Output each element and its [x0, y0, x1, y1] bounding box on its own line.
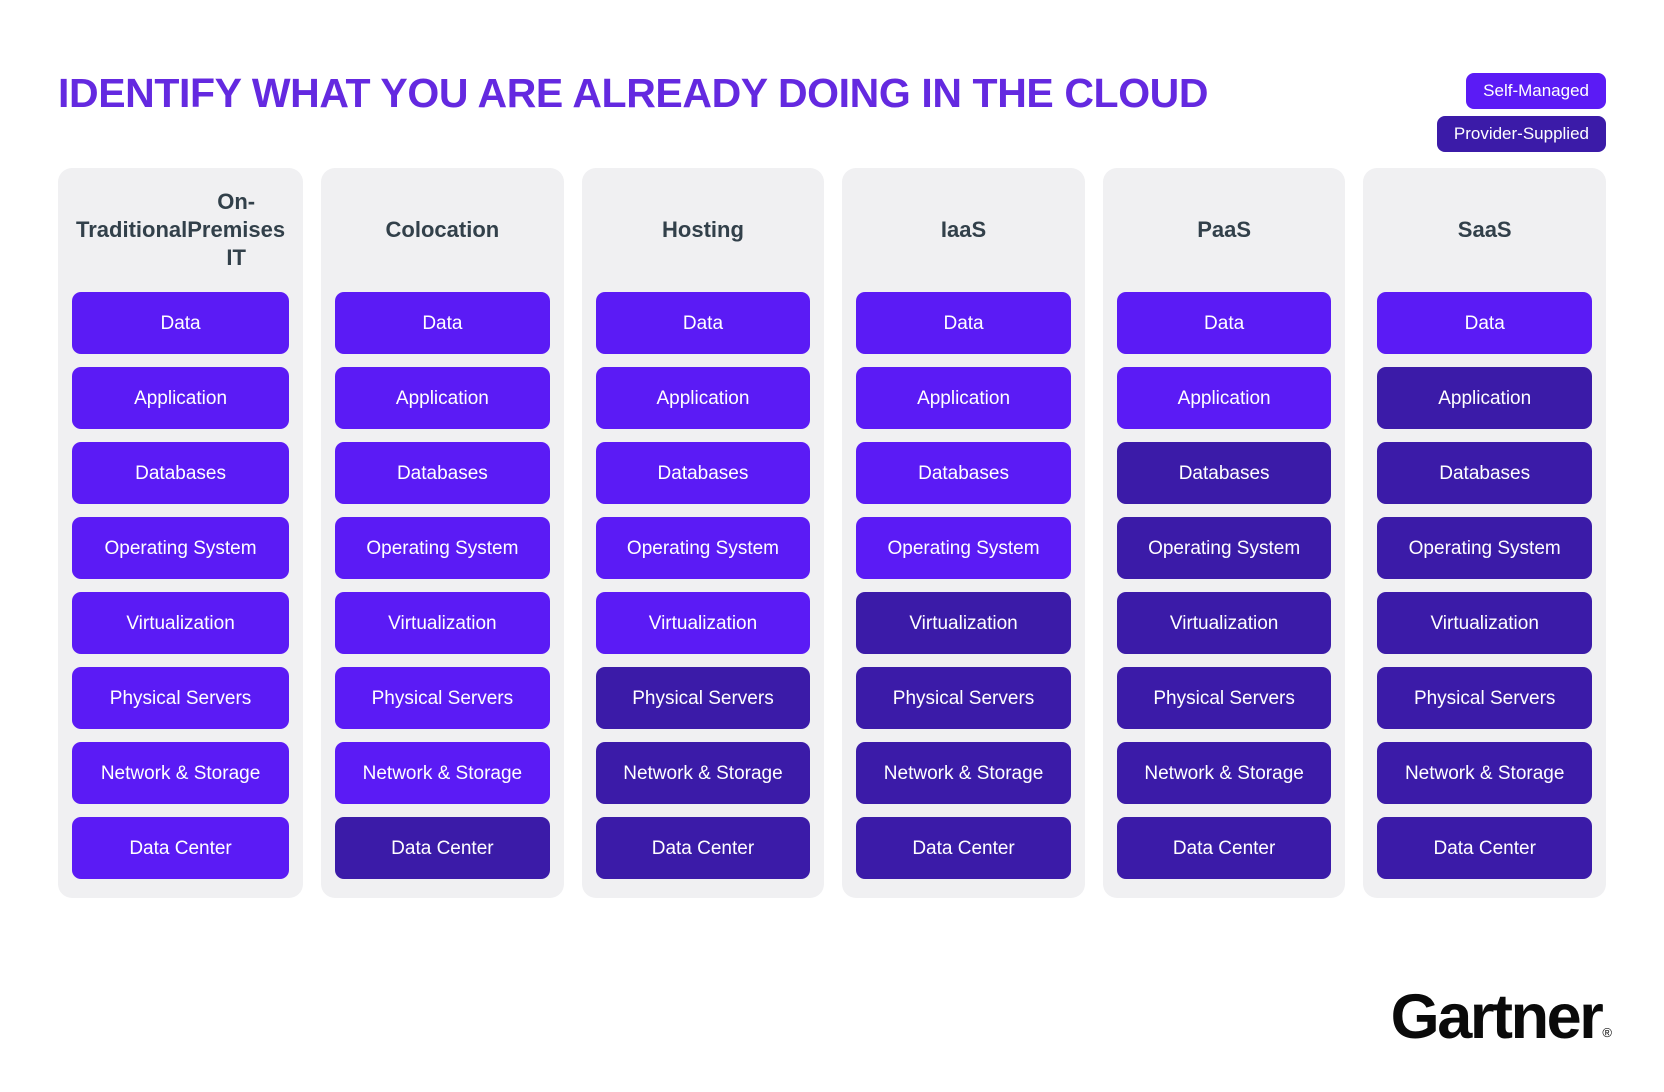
- layer-cell: Databases: [72, 442, 290, 504]
- layer-cell: Data Center: [856, 817, 1071, 879]
- layer-cell: Virtualization: [856, 592, 1071, 654]
- layer-cell: Physical Servers: [1116, 667, 1332, 729]
- column-header: SaaS: [1377, 168, 1592, 292]
- matrix-column: SaaS Data Application Databases Operating Sy…: [1363, 168, 1606, 898]
- column-cells: Data Application Databases Operating System…: [856, 292, 1071, 884]
- layer-cell: Network & Storage: [1377, 742, 1592, 804]
- layer-cell: Application: [335, 367, 550, 429]
- layer-cell: Network & Storage: [335, 742, 550, 804]
- layer-cell: Data Center: [335, 817, 550, 879]
- layer-cell: Physical Servers: [1377, 667, 1592, 729]
- column-header: Traditional On-Premises IT: [72, 168, 289, 292]
- page-title: IDENTIFY WHAT YOU ARE ALREADY DOING IN T…: [58, 70, 1209, 116]
- column-cells: Data Application Databases Operating System…: [335, 292, 550, 884]
- layer-cell: Data Center: [1377, 817, 1592, 879]
- responsibility-matrix: Traditional On-Premises IT Data Application…: [58, 168, 1606, 898]
- layer-cell: Physical Servers: [856, 667, 1071, 729]
- layer-cell: Virtualization: [1116, 592, 1332, 654]
- layer-cell: Operating System: [595, 517, 811, 579]
- matrix-column: PaaS Data Application Databases Operating Sy…: [1102, 168, 1346, 898]
- matrix-column: Hosting Data Application Databases Operating…: [581, 168, 825, 898]
- column-cells: Data Application Databases Operating System…: [1377, 292, 1592, 884]
- layer-cell: Databases: [335, 442, 550, 504]
- layer-cell: Data: [1377, 292, 1592, 354]
- layer-cell: Application: [1116, 367, 1332, 429]
- gartner-logo: Gartner ®: [1390, 982, 1612, 1053]
- layer-cell: Physical Servers: [595, 667, 811, 729]
- layer-cell: Databases: [1116, 442, 1332, 504]
- layer-cell: Physical Servers: [335, 667, 550, 729]
- matrix-column: Colocation Data Application Databases Operat…: [321, 168, 564, 898]
- layer-cell: Physical Servers: [72, 667, 290, 729]
- layer-cell: Network & Storage: [856, 742, 1071, 804]
- column-header-line: Traditional: [76, 216, 188, 242]
- layer-cell: Operating System: [856, 517, 1071, 579]
- layer-cell: Data: [72, 292, 290, 354]
- legend: Self-Managed Provider-Supplied: [1436, 73, 1606, 152]
- layer-cell: Databases: [595, 442, 811, 504]
- layer-cell: Databases: [856, 442, 1071, 504]
- layer-cell: Application: [1377, 367, 1592, 429]
- column-header: Hosting: [596, 168, 811, 292]
- legend-badge-self-managed: Self-Managed: [1466, 73, 1606, 109]
- layer-cell: Network & Storage: [1116, 742, 1332, 804]
- column-header: PaaS: [1117, 168, 1332, 292]
- matrix-column: Traditional On-Premises IT Data Application…: [58, 168, 304, 898]
- legend-badge-provider-supplied: Provider-Supplied: [1436, 116, 1606, 152]
- column-header-line: Hosting: [662, 216, 744, 242]
- layer-cell: Network & Storage: [72, 742, 290, 804]
- layer-cell: Operating System: [1116, 517, 1332, 579]
- matrix-column: IaaS Data Application Databases Operating Sy…: [842, 168, 1085, 898]
- layer-cell: Network & Storage: [595, 742, 811, 804]
- layer-cell: Virtualization: [72, 592, 290, 654]
- layer-cell: Data: [1116, 292, 1332, 354]
- layer-cell: Virtualization: [1377, 592, 1592, 654]
- column-cells: Data Application Databases Operating System…: [72, 292, 290, 884]
- column-cells: Data Application Databases Operating System…: [595, 292, 811, 884]
- column-header-line: SaaS: [1457, 216, 1512, 242]
- column-header-line: Colocation: [385, 216, 500, 242]
- layer-cell: Data Center: [72, 817, 290, 879]
- layer-cell: Application: [595, 367, 811, 429]
- layer-cell: Data Center: [1116, 817, 1332, 879]
- layer-cell: Virtualization: [595, 592, 811, 654]
- layer-cell: Operating System: [335, 517, 550, 579]
- column-header: Colocation: [335, 168, 550, 292]
- column-header-line: On-Premises IT: [187, 188, 286, 271]
- layer-cell: Operating System: [1377, 517, 1592, 579]
- page-header: IDENTIFY WHAT YOU ARE ALREADY DOING IN T…: [0, 0, 1664, 170]
- layer-cell: Application: [72, 367, 290, 429]
- layer-cell: Databases: [1377, 442, 1592, 504]
- column-header: IaaS: [856, 168, 1071, 292]
- layer-cell: Data: [856, 292, 1071, 354]
- layer-cell: Data: [335, 292, 550, 354]
- column-header-line: IaaS: [940, 216, 987, 242]
- registered-trademark-icon: ®: [1602, 1025, 1612, 1040]
- layer-cell: Operating System: [72, 517, 290, 579]
- layer-cell: Application: [856, 367, 1071, 429]
- column-header-line: PaaS: [1197, 216, 1252, 242]
- layer-cell: Virtualization: [335, 592, 550, 654]
- gartner-logo-wordmark: Gartner: [1390, 982, 1604, 1053]
- layer-cell: Data Center: [595, 817, 811, 879]
- column-cells: Data Application Databases Operating System…: [1116, 292, 1332, 884]
- layer-cell: Data: [595, 292, 811, 354]
